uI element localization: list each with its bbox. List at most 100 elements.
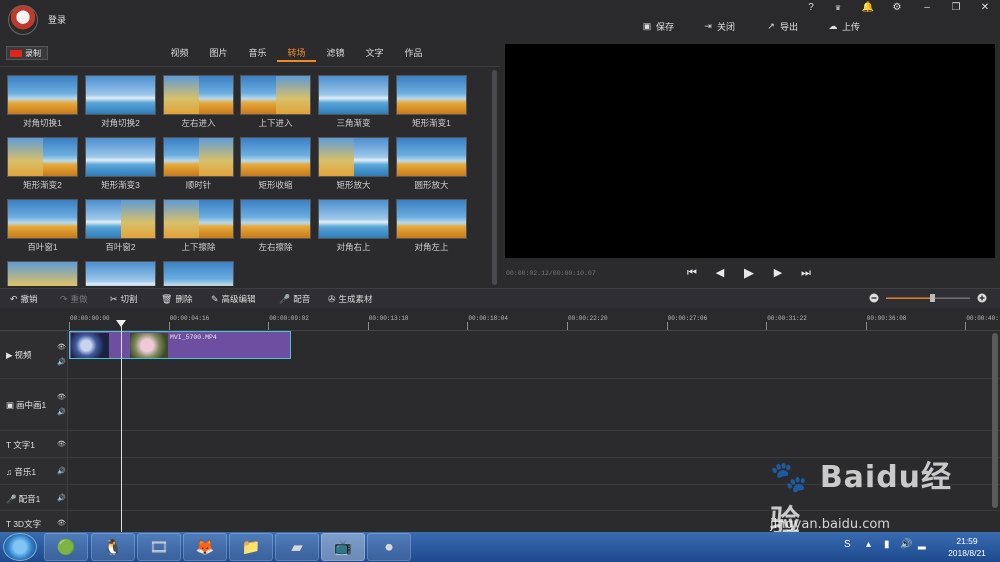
ruler-tick — [268, 322, 270, 330]
device-icon[interactable]: ▮ — [884, 539, 890, 550]
transition-item[interactable]: 矩形收缩 — [240, 137, 311, 190]
transition-item[interactable]: 左右进入 — [163, 75, 234, 128]
taskbar-app-firefox[interactable]: 🦊 — [183, 533, 227, 561]
taskbar-app-qq[interactable]: 🐧 — [91, 533, 135, 561]
tab-0[interactable]: 视频 — [160, 46, 199, 62]
skip-start-icon[interactable]: ⏮ — [685, 266, 699, 280]
ruler-tick — [965, 322, 967, 330]
transition-item[interactable]: 对角左上 — [396, 199, 467, 252]
transition-thumbnail — [85, 261, 156, 286]
transition-item[interactable]: 左右擦除 — [240, 199, 311, 252]
record-label: 录制 — [25, 48, 41, 58]
transition-item[interactable]: 矩形渐变3 — [85, 137, 156, 190]
transition-thumbnail — [7, 199, 78, 239]
input-method-icon[interactable]: S — [844, 539, 851, 550]
taskbar-app-recorder[interactable]: ⏺ — [367, 533, 411, 561]
speaker-icon[interactable]: 🔊 — [57, 467, 66, 475]
playhead-handle[interactable] — [116, 320, 126, 327]
login-link[interactable]: 登录 — [48, 13, 66, 26]
transition-item[interactable]: 上下进入 — [240, 75, 311, 128]
record-button[interactable]: 录制 — [6, 46, 48, 60]
taskbar-app-video-editor[interactable]: 📺 — [321, 533, 365, 561]
speaker-icon[interactable]: 🔊 — [57, 494, 66, 502]
user-avatar[interactable] — [8, 5, 38, 35]
playhead-line[interactable] — [121, 320, 122, 532]
transition-item[interactable] — [163, 261, 234, 286]
generate-button[interactable]: ✇ 生成素材 — [328, 293, 373, 305]
transition-item[interactable]: 对角切换2 — [85, 75, 156, 128]
tab-1[interactable]: 图片 — [199, 46, 238, 62]
zoom-slider[interactable] — [868, 291, 988, 305]
save-button[interactable]: ▣ 保存 — [642, 19, 674, 33]
volume-icon[interactable]: 🔊 — [900, 539, 912, 550]
clip-thumbnail — [71, 333, 109, 358]
network-icon[interactable]: ▂ — [918, 539, 926, 550]
transition-item[interactable]: 对角切换1 — [7, 75, 78, 128]
transition-item[interactable]: 矩形渐变1 — [396, 75, 467, 128]
transition-item[interactable]: 三角渐变 — [318, 75, 389, 128]
transition-item[interactable] — [85, 261, 156, 286]
step-back-icon[interactable]: ◀ — [713, 266, 727, 280]
eye-icon[interactable]: 👁 — [57, 343, 66, 351]
timeline-ruler[interactable]: 00:00:00:00 00:00:04:16 00:00:09:02 00:00:1… — [0, 309, 1000, 331]
skip-end-icon[interactable]: ⏭ — [799, 266, 813, 280]
eye-icon[interactable]: 👁 — [57, 393, 66, 401]
vip-icon[interactable]: ♛ — [829, 4, 847, 12]
bell-icon[interactable]: 🔔 — [859, 2, 877, 13]
transition-item[interactable]: 百叶窗1 — [7, 199, 78, 252]
video-clip[interactable]: MVI_5700.MP4 — [69, 331, 291, 359]
transition-thumbnail — [163, 137, 234, 177]
upload-button[interactable]: ☁ 上传 — [828, 19, 861, 33]
close-button[interactable]: ⇥ 关闭 — [703, 19, 735, 33]
redo-button[interactable]: ↷ 重做 — [60, 293, 88, 305]
tray-arrow-icon[interactable]: ▴ — [866, 539, 871, 550]
advanced-edit-button[interactable]: ✎ 高级编辑 — [211, 293, 256, 305]
transition-item[interactable]: 顺时针 — [163, 137, 234, 190]
system-clock[interactable]: 21:59 2018/8/21 — [942, 535, 992, 559]
step-forward-icon[interactable]: ▶ — [771, 266, 785, 280]
clock-time: 21:59 — [956, 536, 978, 546]
timeline-scrollbar[interactable] — [992, 333, 998, 508]
taskbar-app-media[interactable]: 🎞 — [137, 533, 181, 561]
gear-icon[interactable]: ⚙ — [888, 2, 906, 13]
play-icon[interactable]: ▶ — [742, 266, 756, 280]
delete-button[interactable]: 🗑 删除 — [161, 293, 192, 305]
transition-item[interactable]: 上下擦除 — [163, 199, 234, 252]
taskbar-app-explorer[interactable]: 📁 — [229, 533, 273, 561]
dub-button[interactable]: 🎤 配音 — [279, 293, 310, 305]
maximize-icon[interactable]: ❐ — [947, 2, 965, 13]
transition-item[interactable]: 对角右上 — [318, 199, 389, 252]
ruler-tick — [666, 322, 668, 330]
transition-item[interactable]: 百叶窗2 — [85, 199, 156, 252]
help-icon[interactable]: ? — [802, 2, 820, 13]
start-button[interactable] — [3, 533, 37, 561]
transition-label: 三角渐变 — [336, 118, 371, 128]
speaker-icon[interactable]: 🔊 — [57, 408, 66, 416]
transition-item[interactable]: 圆形放大 — [396, 137, 467, 190]
minimize-icon[interactable]: – — [918, 2, 936, 13]
tab-5[interactable]: 文字 — [355, 46, 394, 62]
eye-icon[interactable]: 👁 — [57, 519, 66, 527]
library-scrollbar[interactable] — [492, 70, 497, 285]
tab-2[interactable]: 音乐 — [238, 46, 277, 62]
close-label: 关闭 — [717, 21, 736, 32]
undo-button[interactable]: ↶ 撤销 — [10, 293, 38, 305]
taskbar-app-360[interactable]: 🟢 — [44, 533, 88, 561]
eye-icon[interactable]: 👁 — [57, 440, 66, 448]
tab-6[interactable]: 作品 — [394, 46, 433, 62]
transition-label: 圆形放大 — [414, 180, 449, 190]
divider — [0, 66, 500, 67]
transition-item[interactable]: 矩形渐变2 — [7, 137, 78, 190]
taskbar-app-editor[interactable]: ▰ — [275, 533, 319, 561]
close-window-icon[interactable]: ✕ — [976, 2, 994, 13]
film-reel-icon: ✇ — [328, 293, 336, 304]
dub-label: 配音 — [293, 294, 311, 304]
export-button[interactable]: ↗ 导出 — [766, 19, 798, 33]
transition-item[interactable]: 矩形放大 — [318, 137, 389, 190]
title-bar: 登录 ? ♛ 🔔 ⚙ – ❐ ✕ ▣ 保存 ⇥ 关闭 ↗ 导出 ☁ 上传 — [0, 0, 1000, 40]
transition-item[interactable] — [7, 261, 78, 286]
speaker-icon[interactable]: 🔊 — [57, 358, 66, 366]
tab-4[interactable]: 滤镜 — [316, 46, 355, 62]
tab-3[interactable]: 转场 — [277, 46, 316, 62]
cut-button[interactable]: ✂ 切割 — [110, 293, 138, 305]
